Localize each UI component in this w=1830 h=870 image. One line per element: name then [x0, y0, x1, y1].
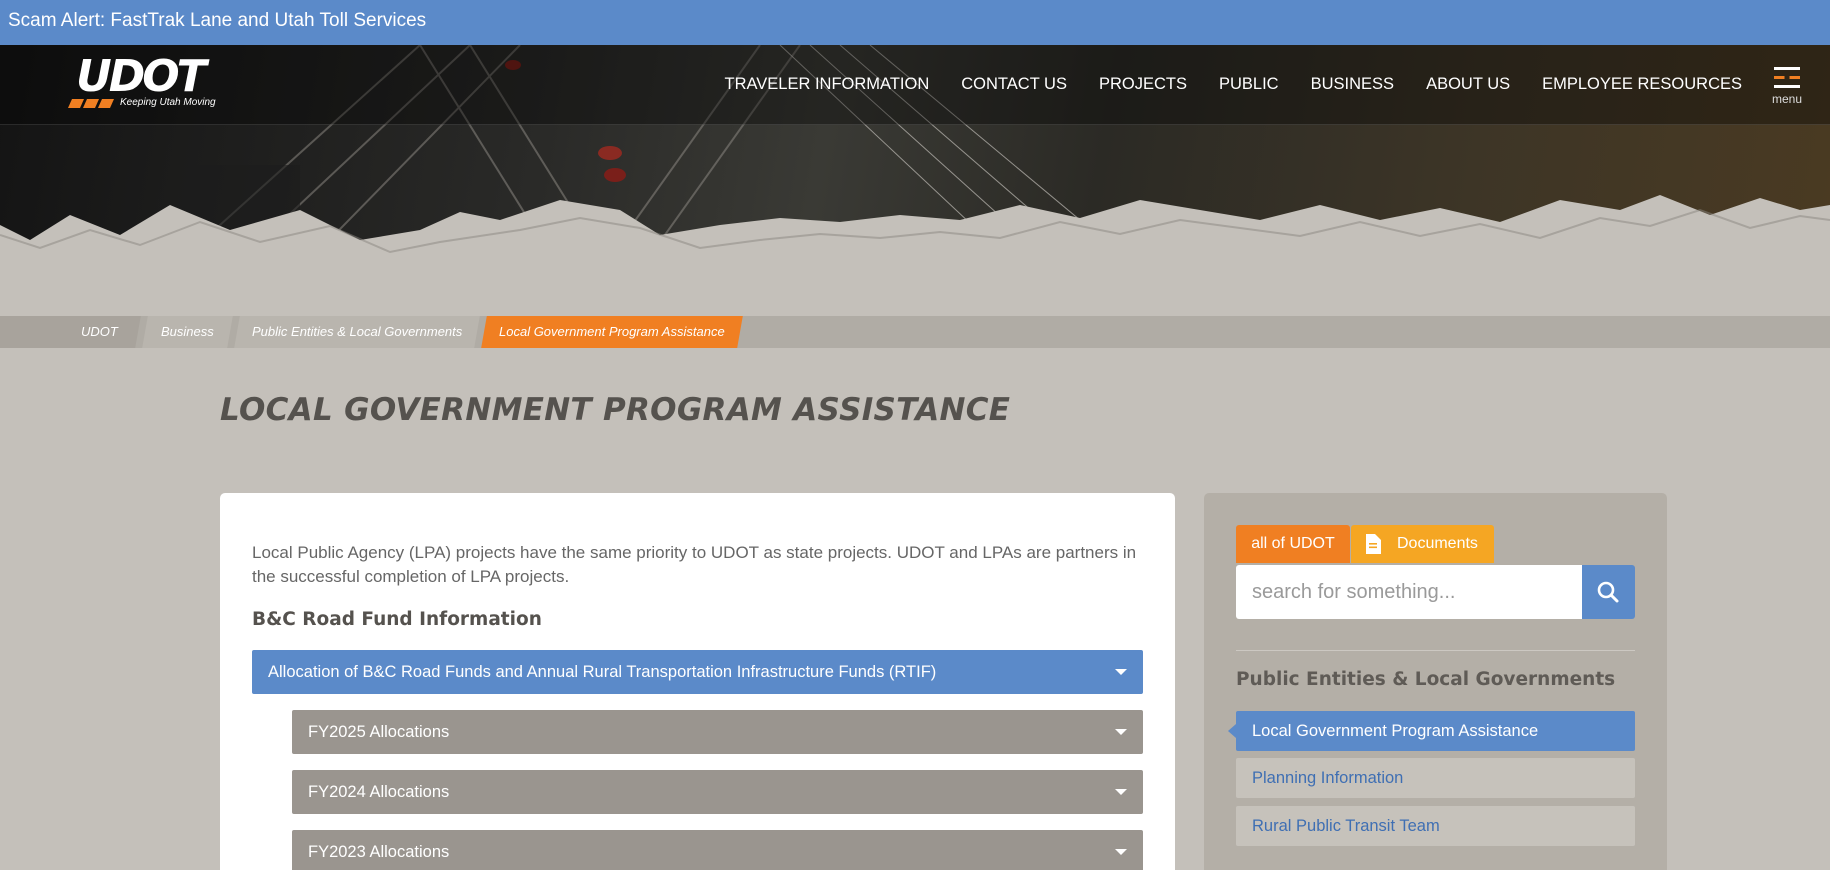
nav-public[interactable]: PUBLIC: [1219, 75, 1279, 94]
tab-documents[interactable]: Documents: [1351, 525, 1494, 563]
menu-label: menu: [1771, 92, 1803, 106]
accordion-fy2023[interactable]: FY2023 Allocations: [292, 830, 1143, 870]
logo-wordmark: UDOT: [76, 51, 207, 102]
search-input[interactable]: [1236, 565, 1556, 619]
nav-employee-resources[interactable]: EMPLOYEE RESOURCES: [1542, 75, 1742, 94]
sidebar-item-planning-information[interactable]: Planning Information: [1236, 758, 1635, 798]
intro-paragraph: Local Public Agency (LPA) projects have …: [252, 543, 1137, 586]
hamburger-icon: [1774, 67, 1800, 88]
search-field: [1236, 565, 1582, 619]
sidebar: all of UDOT Documents Public Entities & …: [1204, 493, 1667, 870]
breadcrumb-current: Local Government Program Assistance: [481, 316, 743, 348]
menu-button[interactable]: menu: [1770, 67, 1804, 106]
main-content-card: Local Public Agency (LPA) projects have …: [220, 493, 1175, 870]
chevron-down-icon: [1115, 789, 1127, 795]
chevron-down-icon: [1115, 669, 1127, 675]
breadcrumb-udot[interactable]: UDOT: [0, 316, 141, 348]
search-icon: [1597, 581, 1619, 603]
nav-contact-us[interactable]: CONTACT US: [961, 75, 1067, 94]
chevron-down-icon: [1115, 729, 1127, 735]
search-button[interactable]: [1582, 565, 1635, 619]
nav-about-us[interactable]: ABOUT US: [1426, 75, 1510, 94]
hero-header: UDOT Keeping Utah Moving TRAVELER INFORM…: [0, 45, 1830, 270]
tab-all-of-udot[interactable]: all of UDOT: [1236, 525, 1350, 563]
nav-projects[interactable]: PROJECTS: [1099, 75, 1187, 94]
nav-traveler-information[interactable]: TRAVELER INFORMATION: [725, 75, 930, 94]
main-navigation: TRAVELER INFORMATION CONTACT US PROJECTS…: [693, 75, 1743, 94]
scam-alert-banner[interactable]: Scam Alert: FastTrak Lane and Utah Toll …: [0, 0, 1830, 45]
document-icon: [1366, 534, 1381, 554]
chevron-down-icon: [1115, 849, 1127, 855]
breadcrumb-business[interactable]: Business: [142, 316, 233, 348]
scam-alert-text[interactable]: Scam Alert: FastTrak Lane and Utah Toll …: [8, 10, 426, 31]
nav-business[interactable]: BUSINESS: [1311, 75, 1394, 94]
mountain-silhouette: [0, 195, 1830, 270]
breadcrumb-public-entities[interactable]: Public Entities & Local Governments: [234, 316, 480, 348]
udot-logo[interactable]: UDOT Keeping Utah Moving: [66, 51, 256, 117]
logo-tagline: Keeping Utah Moving: [120, 97, 216, 108]
page-title: LOCAL GOVERNMENT PROGRAM ASSISTANCE: [220, 392, 1011, 428]
divider: [1236, 650, 1635, 651]
accordion-allocation-main[interactable]: Allocation of B&C Road Funds and Annual …: [252, 650, 1143, 694]
sidebar-item-rural-public-transit-team[interactable]: Rural Public Transit Team: [1236, 806, 1635, 846]
logo-stripes-icon: [68, 99, 114, 108]
accordion-fy2025[interactable]: FY2025 Allocations: [292, 710, 1143, 754]
accordion-fy2024[interactable]: FY2024 Allocations: [292, 770, 1143, 814]
section-heading: B&C Road Fund Information: [252, 609, 542, 630]
sidebar-item-local-government-program-assistance[interactable]: Local Government Program Assistance: [1228, 711, 1635, 751]
sidebar-heading: Public Entities & Local Governments: [1236, 669, 1616, 690]
